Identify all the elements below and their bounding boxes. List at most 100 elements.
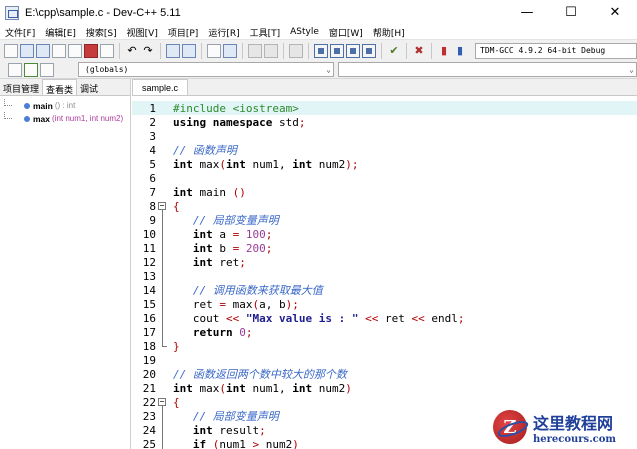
undo-icon[interactable]: ↶ <box>125 44 139 58</box>
code-token: "Max value is : " <box>245 311 359 325</box>
code-line[interactable]: 18} <box>132 339 637 353</box>
code-line[interactable]: 11 int b = 200; <box>132 241 637 255</box>
watermark-cn: 这里教程网 <box>533 413 614 433</box>
code-line[interactable]: 16 cout << "Max value is : " << ret << e… <box>132 311 637 325</box>
tree-item-max[interactable]: max (int num1, int num2) <box>0 112 130 125</box>
indent-icon[interactable] <box>207 43 221 58</box>
menu-view[interactable]: 视图[V] <box>122 26 163 39</box>
code-token: ; <box>457 311 465 325</box>
profile-chart-icon[interactable]: ▮ <box>437 44 451 58</box>
toggle-bookmark-icon[interactable] <box>248 43 262 58</box>
tab-project[interactable]: 项目管理 <box>0 79 42 95</box>
redo-icon[interactable]: ↷ <box>141 44 155 58</box>
new-file-icon[interactable] <box>4 43 18 58</box>
add-to-project-icon[interactable] <box>24 62 38 77</box>
class-tree: main () : int max (int num1, int num2) <box>0 96 130 125</box>
save-all-icon[interactable] <box>68 43 82 58</box>
code-token: 200 <box>245 241 266 255</box>
menu-window[interactable]: 窗口[W] <box>324 26 368 39</box>
code-line[interactable]: 3 <box>132 129 637 143</box>
maximize-button[interactable]: ☐ <box>549 0 593 25</box>
code-text: } <box>172 340 180 353</box>
code-token: num2 <box>312 381 346 395</box>
code-line[interactable]: 19 <box>132 353 637 367</box>
code-line[interactable]: 1 #include <iostream> <box>132 101 637 115</box>
comment-icon[interactable] <box>289 43 303 58</box>
new-project-icon[interactable] <box>8 62 22 77</box>
compile-run-icon[interactable] <box>346 43 360 58</box>
code-token: cout <box>173 311 226 325</box>
run-icon[interactable] <box>330 43 344 58</box>
goto-bookmark-icon[interactable] <box>264 43 278 58</box>
scope-dropdown[interactable]: (globals) ⌄ <box>78 62 334 77</box>
stop-execution-icon[interactable]: ✖ <box>412 44 426 58</box>
fold-toggle-icon[interactable]: − <box>156 199 172 213</box>
line-number: 2 <box>149 115 156 129</box>
code-line[interactable]: 9 // 局部变量声明 <box>132 213 637 227</box>
unindent-icon[interactable] <box>223 43 237 58</box>
menu-run[interactable]: 运行[R] <box>203 26 244 39</box>
close-button[interactable]: ✕ <box>593 0 637 25</box>
code-token: << <box>225 311 240 325</box>
open-file-icon[interactable] <box>36 43 50 58</box>
menu-edit[interactable]: 编辑[E] <box>40 26 81 39</box>
gutter <box>156 129 172 143</box>
collapse-icon: − <box>158 201 166 210</box>
code-line[interactable]: 10 int a = 100; <box>132 227 637 241</box>
menu-help[interactable]: 帮助[H] <box>368 26 410 39</box>
line-number: 22 <box>142 395 156 409</box>
tree-item-main[interactable]: main () : int <box>0 99 130 112</box>
code-line[interactable]: 15 ret = max(a, b); <box>132 297 637 311</box>
code-line[interactable]: 21 int max(int num1, int num2) <box>132 381 637 395</box>
code-line[interactable]: 17 return 0; <box>132 325 637 339</box>
code-text: int max(int num1, int num2); <box>172 158 358 171</box>
code-line[interactable]: 2 using namespace std; <box>132 115 637 129</box>
menu-astyle[interactable]: AStyle <box>285 27 324 37</box>
fold-toggle-icon[interactable]: − <box>156 395 172 409</box>
menu-project[interactable]: 项目[P] <box>163 26 203 39</box>
line-number: 19 <box>142 353 156 367</box>
gutter <box>156 157 172 171</box>
code-line[interactable]: 12 int ret; <box>132 255 637 269</box>
tree-item-name: main <box>33 100 53 111</box>
find-icon[interactable] <box>166 43 180 58</box>
menu-search[interactable]: 搜索[S] <box>81 26 122 39</box>
print-icon[interactable] <box>100 43 114 58</box>
code-line[interactable]: 4 // 函数声明 <box>132 143 637 158</box>
compile-icon[interactable] <box>314 43 328 58</box>
code-line[interactable]: 8−{ <box>132 199 637 213</box>
remove-from-project-icon[interactable] <box>40 62 54 77</box>
code-token: ) <box>292 437 299 449</box>
code-line[interactable]: 6 <box>132 171 637 185</box>
menu-file[interactable]: 文件[F] <box>0 26 40 39</box>
close-file-icon[interactable] <box>84 43 98 58</box>
menu-tools[interactable]: 工具[T] <box>245 26 286 39</box>
line-number: 9 <box>149 213 156 227</box>
compiler-selector[interactable]: TDM-GCC 4.9.2 64-bit Debug <box>475 42 637 59</box>
line-number: 20 <box>142 367 156 381</box>
syntax-check-icon[interactable]: ✔ <box>387 44 401 58</box>
code-line[interactable]: 13 <box>132 269 637 283</box>
replace-icon[interactable] <box>182 43 196 58</box>
code-line[interactable]: 20 // 函数返回两个数中较大的那个数 <box>132 367 637 382</box>
code-line[interactable]: 5 int max(int num1, int num2); <box>132 157 637 171</box>
code-line[interactable]: 14 // 调用函数来获取最大值 <box>132 283 637 297</box>
open-project-icon[interactable] <box>20 43 34 58</box>
code-token: int <box>292 157 313 171</box>
line-number: 23 <box>142 409 156 423</box>
tab-classes[interactable]: 查看类 <box>42 79 78 96</box>
rebuild-icon[interactable] <box>362 43 376 58</box>
code-token: #include <iostream> <box>173 101 299 115</box>
file-tab-sample[interactable]: sample.c <box>132 79 189 95</box>
tab-debug[interactable]: 调试 <box>77 79 101 95</box>
code-editor[interactable]: 1 #include <iostream> 2 using namespace std… <box>132 96 637 449</box>
save-icon[interactable] <box>52 43 66 58</box>
code-line[interactable]: 7 int main () <box>132 185 637 199</box>
fold-line <box>156 283 172 297</box>
symbol-dropdown[interactable]: ⌄ <box>337 62 637 77</box>
minimize-button[interactable]: — <box>505 0 549 25</box>
delete-profile-icon[interactable]: ▮ <box>453 44 467 58</box>
